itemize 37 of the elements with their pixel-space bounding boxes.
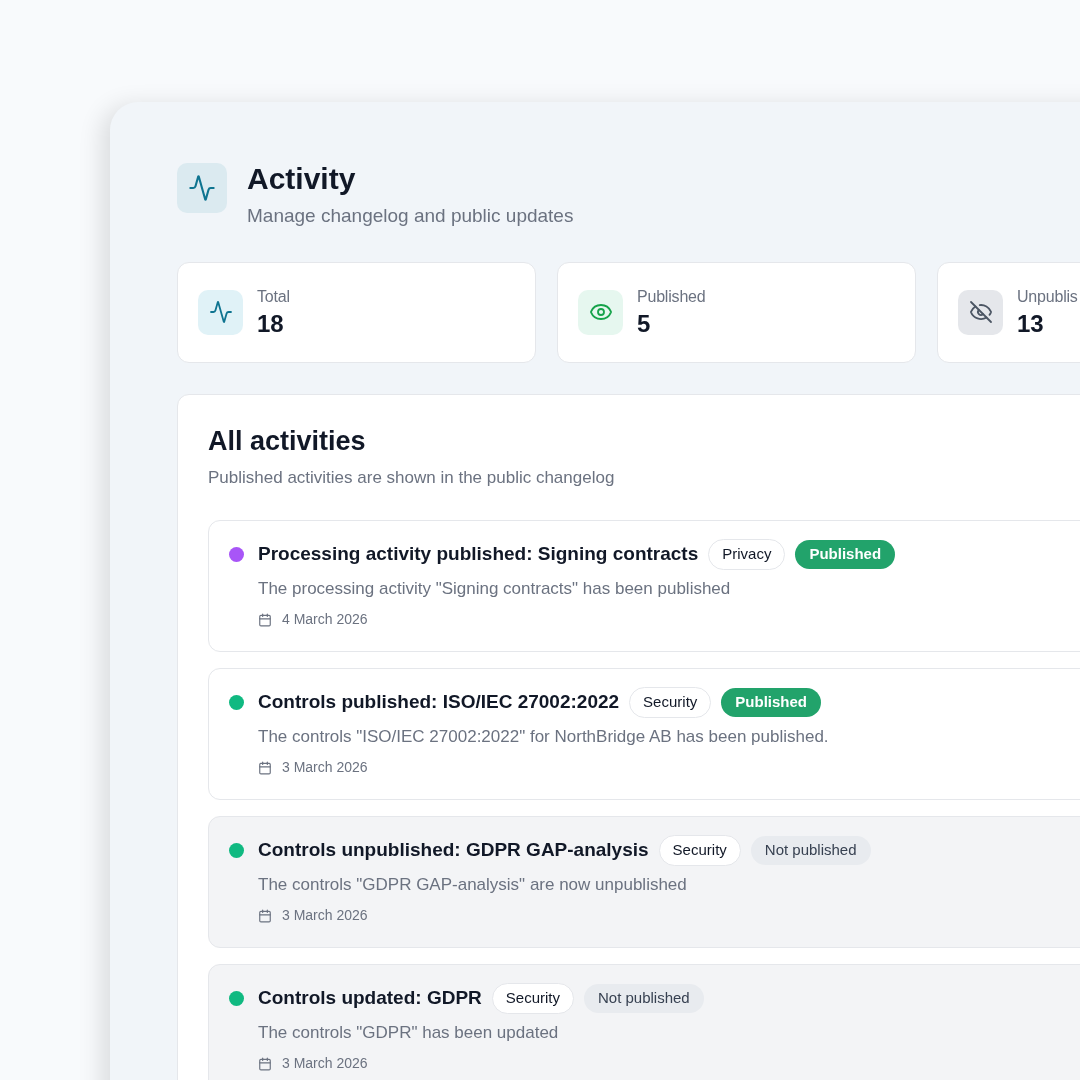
stat-label: Unpublis (1017, 287, 1078, 307)
calendar-icon (258, 760, 272, 775)
category-tag: Security (491, 983, 574, 1014)
calendar-icon (258, 908, 272, 923)
eye-off-icon (968, 300, 993, 324)
page-title: Activity (247, 162, 357, 196)
section-subtitle: Published activities are shown in the public changelog (208, 466, 616, 489)
category-tag: Privacy (708, 539, 786, 570)
activity-title: Controls updated: GDPR (258, 986, 482, 1010)
stat-label: Total (257, 287, 290, 307)
activity-date: 4 March 2026 (282, 610, 368, 629)
activity-date: 3 March 2026 (282, 906, 368, 925)
stat-value: 5 (637, 309, 652, 339)
pulse-icon (208, 300, 233, 324)
status-tag: Published (795, 540, 896, 569)
category-tag: Security (658, 835, 741, 866)
page-subtitle: Manage changelog and public updates (247, 204, 574, 228)
pulse-icon (188, 174, 216, 202)
activity-title: Controls unpublished: GDPR GAP-analysis (258, 838, 649, 862)
activity-title: Processing activity published: Signing contracts (258, 542, 699, 566)
category-tag: Security (629, 687, 712, 718)
status-tag: Published (721, 688, 821, 717)
calendar-icon (258, 612, 272, 627)
activity-title: Controls published: ISO/IEC 27002:2022 (258, 690, 620, 714)
stat-label: Published (637, 287, 706, 307)
calendar-icon (258, 1056, 272, 1071)
activity-description: The controls "GDPR" has been updated (258, 1021, 560, 1044)
activity-date: 3 March 2026 (282, 1054, 368, 1073)
activity-description: The processing activity "Signing contracts" has been published (258, 577, 732, 600)
activity-date: 3 March 2026 (282, 758, 368, 777)
status-tag: Not published (583, 984, 704, 1013)
stat-value: 13 (1017, 309, 1045, 339)
activity-description: The controls "ISO/IEC 27002:2022" for NorthBridge AB has been published. (258, 725, 829, 748)
stat-value: 18 (257, 309, 285, 339)
section-title: All activities (208, 424, 367, 457)
activity-description: The controls "GDPR GAP-analysis" are now unpublished (258, 873, 688, 896)
status-tag: Not published (750, 836, 871, 865)
